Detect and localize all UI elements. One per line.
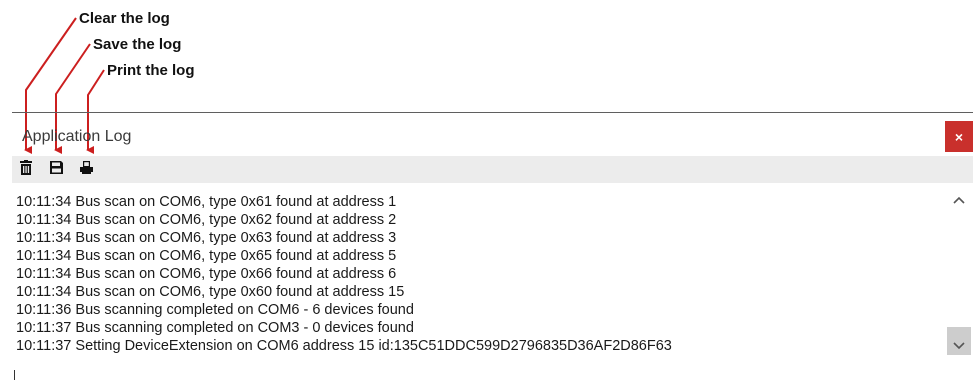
printer-icon	[79, 160, 94, 180]
floppy-disk-icon	[49, 160, 64, 180]
chevron-down-icon	[953, 337, 965, 355]
log-lines: 10:11:34 Bus scan on COM6, type 0x61 fou…	[16, 193, 672, 355]
close-button[interactable]: ×	[945, 121, 973, 152]
trash-icon	[19, 160, 33, 180]
callout-print-log: Print the log	[107, 62, 195, 79]
save-log-button[interactable]	[46, 160, 66, 180]
panel-title: Application Log	[22, 128, 132, 145]
log-line: 10:11:34 Bus scan on COM6, type 0x66 fou…	[16, 266, 397, 282]
print-log-button[interactable]	[76, 160, 96, 180]
log-line: 10:11:37 Bus scanning completed on COM3 …	[16, 320, 414, 336]
scroll-down-button[interactable]	[945, 335, 973, 357]
log-toolbar	[12, 156, 973, 183]
scroll-up-button[interactable]	[945, 189, 973, 211]
log-line: 10:11:34 Bus scan on COM6, type 0x62 fou…	[16, 212, 397, 228]
chevron-up-icon	[953, 191, 965, 209]
log-line: 10:11:34 Bus scan on COM6, type 0x60 fou…	[16, 284, 405, 300]
log-output[interactable]: 10:11:34 Bus scan on COM6, type 0x61 fou…	[12, 189, 973, 380]
log-scrollbar[interactable]	[945, 189, 973, 357]
text-caret	[14, 370, 15, 380]
log-line: 10:11:34 Bus scan on COM6, type 0x63 fou…	[16, 230, 397, 246]
callout-clear-log: Clear the log	[79, 10, 170, 27]
log-line: 10:11:37 Setting DeviceExtension on COM6…	[16, 338, 672, 354]
callout-save-log: Save the log	[93, 36, 182, 53]
log-line: 10:11:34 Bus scan on COM6, type 0x61 fou…	[16, 194, 397, 210]
panel-top-border	[12, 112, 973, 113]
log-line: 10:11:34 Bus scan on COM6, type 0x65 fou…	[16, 248, 397, 264]
log-line: 10:11:36 Bus scanning completed on COM6 …	[16, 302, 414, 318]
clear-log-button[interactable]	[16, 160, 36, 180]
